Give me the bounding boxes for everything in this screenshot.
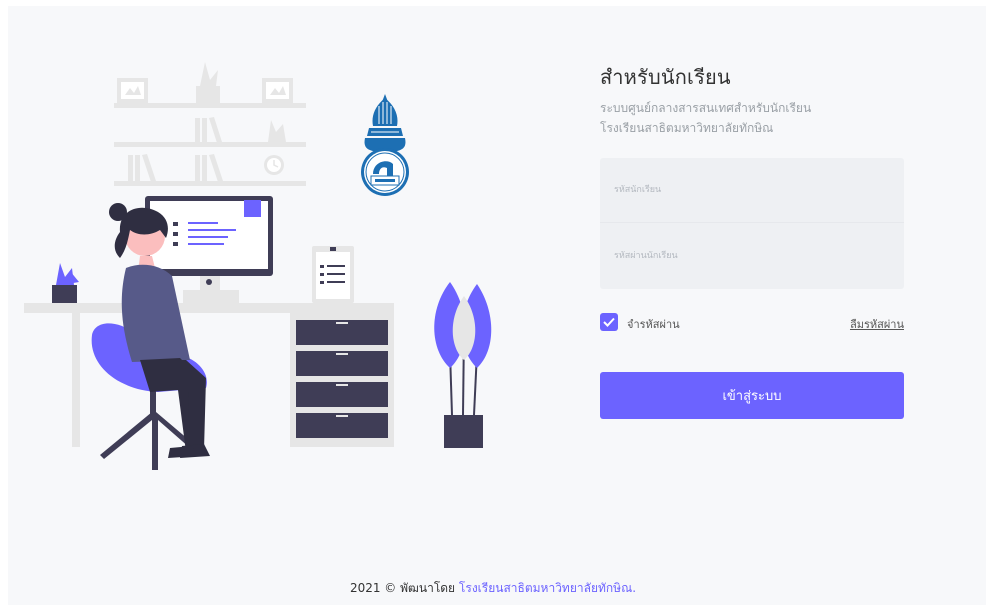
password-input[interactable] [600,223,904,288]
login-button[interactable]: เข้าสู่ระบบ [600,372,904,419]
login-options: จำรหัสผ่าน ลืมรหัสผ่าน [600,313,904,333]
page-title: สำหรับนักเรียน [600,65,731,89]
subtitle: ระบบศูนย์กลางสารสนเทศสำหรับนักเรียน โรงเ… [600,98,904,138]
remember-label[interactable]: จำรหัสผ่าน [627,315,680,333]
school-emblem-icon [357,92,413,196]
login-panel: สำหรับนักเรียน ระบบศูนย์กลางสารสนเทศสำหร… [600,62,904,138]
forgot-password-link[interactable]: ลืมรหัสผ่าน [850,315,904,333]
footer-text: 2021 © พัฒนาโดย [349,581,456,595]
subtitle-line-1: ระบบศูนย์กลางสารสนเทศสำหรับนักเรียน [600,101,812,115]
student-id-input[interactable] [600,158,904,223]
subtitle-line-2: โรงเรียนสาธิตมหาวิทยาลัยทักษิณ [600,121,774,135]
footer: 2021 © พัฒนาโดย โรงเรียนสาธิตมหาวิทยาลัย… [0,579,986,598]
remember-checkbox[interactable] [600,313,618,331]
credential-fields [600,158,904,289]
footer-school-link[interactable]: โรงเรียนสาธิตมหาวิทยาลัยทักษิณ. [459,581,636,595]
check-icon [603,317,615,327]
